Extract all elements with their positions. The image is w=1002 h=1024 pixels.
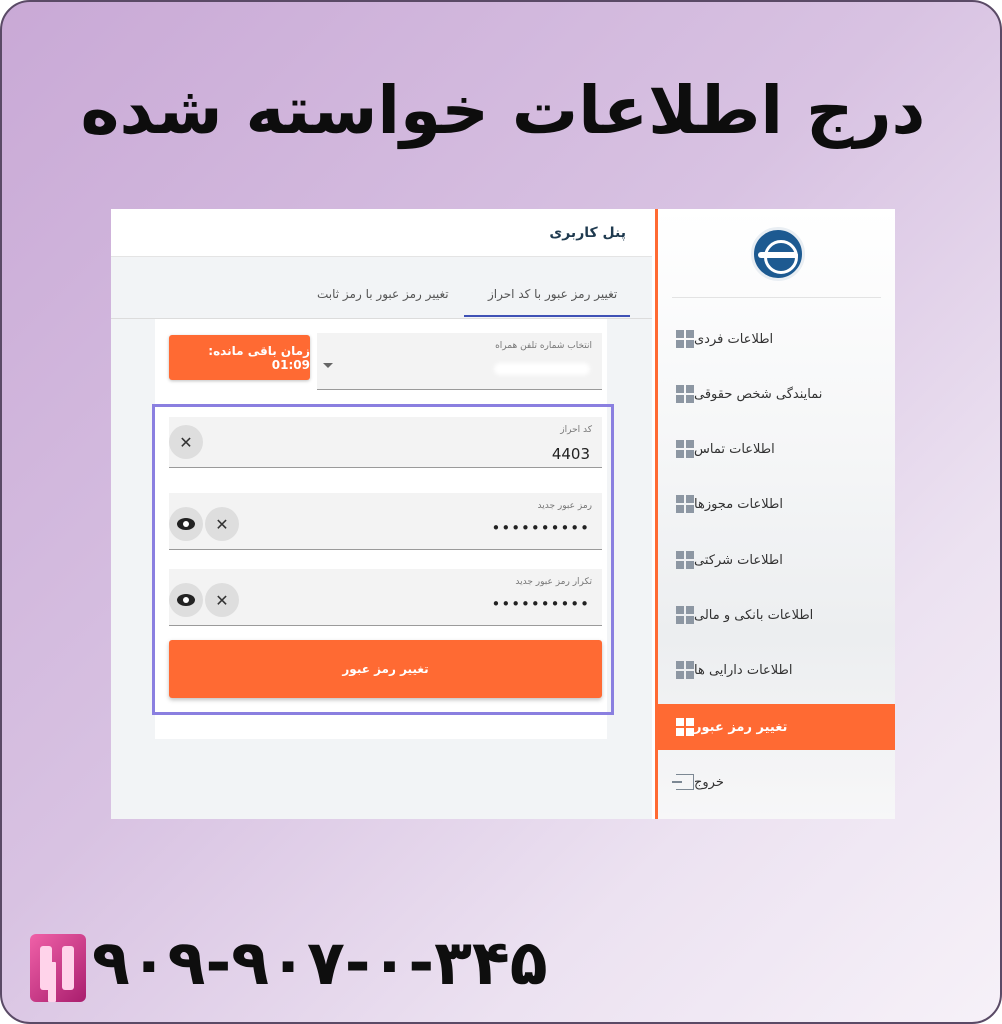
phone-select-label: انتخاب شماره تلفن همراه — [495, 341, 592, 351]
dashboard-icon — [676, 661, 694, 679]
logout-icon — [672, 774, 694, 790]
dashboard-icon — [676, 330, 694, 348]
sidebar-item-assets[interactable]: اطلاعات دارایی ها — [658, 647, 895, 693]
highlight-box — [152, 404, 614, 715]
sidebar-item-label: خروج — [694, 774, 724, 790]
sidebar-item-label: اطلاعات تماس — [694, 441, 775, 457]
tab-change-password-code[interactable]: تغییر رمز عبور با کد احراز — [488, 287, 617, 301]
sidebar-item-logout[interactable]: خروج — [658, 759, 895, 805]
sidebar-item-label: اطلاعات فردی — [694, 331, 774, 347]
dashboard-icon — [676, 606, 694, 624]
tab-bar: تغییر رمز عبور با کد احراز تغییر رمز عبو… — [111, 257, 652, 319]
phone-select[interactable]: انتخاب شماره تلفن همراه — [317, 333, 602, 390]
brand-logo — [751, 227, 805, 281]
banner-title: درج اطلاعات خواسته شده — [80, 72, 927, 149]
tab-change-password-fixed[interactable]: تغییر رمز عبور با رمز ثابت — [317, 287, 449, 301]
brand-logo-h — [30, 934, 86, 1002]
main-panel: پنل کاربری تغییر رمز عبور با کد احراز تغ… — [111, 209, 652, 819]
sidebar-item-company-info[interactable]: اطلاعات شرکتی — [658, 537, 895, 583]
sidebar-item-contact-info[interactable]: اطلاعات تماس — [658, 426, 895, 472]
chevron-down-icon[interactable] — [323, 363, 333, 368]
sidebar: اطلاعات فردی نمایندگی شخص حقوقی اطلاعات … — [655, 209, 895, 819]
sidebar-divider — [672, 297, 881, 298]
sidebar-item-label: تغییر رمز عبور — [694, 719, 788, 735]
sidebar-item-legal-representative[interactable]: نمایندگی شخص حقوقی — [658, 371, 895, 417]
sidebar-item-label: اطلاعات بانکی و مالی — [694, 607, 814, 623]
dashboard-icon — [676, 718, 694, 736]
page-title: پنل کاربری — [549, 224, 626, 241]
sidebar-item-licenses[interactable]: اطلاعات مجوزها — [658, 481, 895, 527]
dashboard-icon — [676, 495, 694, 513]
dashboard-icon — [676, 440, 694, 458]
contact-phone: ۹۰۹-۹۰۷-۰-۳۴۵ — [92, 926, 548, 999]
dashboard-icon — [676, 551, 694, 569]
app-screenshot: پنل کاربری تغییر رمز عبور با کد احراز تغ… — [111, 209, 895, 819]
sidebar-item-label: اطلاعات شرکتی — [694, 552, 783, 568]
active-tab-indicator — [464, 315, 630, 317]
sidebar-item-change-password[interactable]: تغییر رمز عبور — [658, 704, 895, 750]
promo-frame: درج اطلاعات خواسته شده پنل کاربری تغییر … — [0, 0, 1002, 1024]
dashboard-icon — [676, 385, 694, 403]
sidebar-item-label: نمایندگی شخص حقوقی — [694, 386, 823, 402]
sidebar-item-bank-finance[interactable]: اطلاعات بانکی و مالی — [658, 592, 895, 638]
phone-value-redacted — [494, 363, 590, 375]
panel-header: پنل کاربری — [111, 209, 652, 257]
sidebar-item-personal-info[interactable]: اطلاعات فردی — [658, 316, 895, 362]
sidebar-item-label: اطلاعات مجوزها — [694, 496, 783, 512]
sidebar-item-label: اطلاعات دارایی ها — [694, 662, 793, 678]
timer-badge: زمان باقی مانده: 01:09 — [169, 335, 310, 380]
